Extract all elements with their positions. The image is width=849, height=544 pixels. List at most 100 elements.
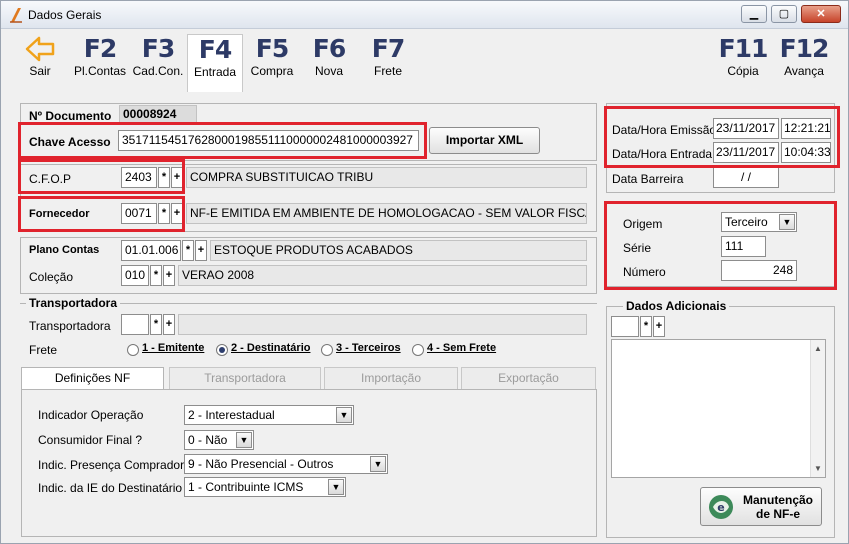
presenca-comprador-select[interactable]: 9 - Não Presencial - Outros ▼ bbox=[184, 454, 388, 474]
f5-label: Compra bbox=[250, 64, 294, 78]
documento-value: 00008924 bbox=[119, 105, 197, 123]
documento-label: Nº Documento bbox=[29, 109, 112, 123]
colecao-description: VERAO 2008 bbox=[178, 265, 587, 286]
f6-key: F6 bbox=[312, 34, 346, 63]
colecao-code-input[interactable]: 010 bbox=[121, 265, 149, 286]
minimize-button[interactable]: ▁ bbox=[741, 5, 767, 23]
colecao-search-button[interactable]: * bbox=[150, 265, 162, 286]
scroll-down-icon[interactable]: ▼ bbox=[814, 464, 822, 473]
nfe-logo-icon: e bbox=[709, 495, 733, 519]
frete-option-emitente: 1 - Emitente bbox=[142, 342, 205, 354]
transportadora-code-input[interactable] bbox=[121, 314, 149, 335]
sair-button[interactable]: Sair bbox=[19, 34, 61, 90]
adicionais-code-input[interactable] bbox=[611, 316, 639, 337]
consumidor-final-value: 0 - Não bbox=[188, 433, 228, 447]
ie-destinatario-select[interactable]: 1 - Contribuinte ICMS ▼ bbox=[184, 477, 346, 497]
f11-label: Cópia bbox=[727, 64, 759, 78]
f3-label: Cad.Con. bbox=[132, 64, 184, 78]
transportadora-label: Transportadora bbox=[29, 319, 111, 333]
frete-option-sem-frete: 4 - Sem Frete bbox=[427, 342, 497, 354]
f4-button[interactable]: F4 Entrada bbox=[187, 34, 243, 92]
function-toolbar: Sair F2 Pl.Contas F3 Cad.Con. F4 Entrada… bbox=[1, 30, 848, 92]
frete-radio-destinatario[interactable] bbox=[216, 344, 228, 356]
f7-button[interactable]: F7 Frete bbox=[361, 34, 415, 90]
fornecedor-description: NF-E EMITIDA EM AMBIENTE DE HOMOLOGACAO … bbox=[186, 203, 587, 224]
frete-radio-emitente[interactable] bbox=[127, 344, 139, 356]
frete-option-terceiros: 3 - Terceiros bbox=[336, 342, 401, 354]
colecao-label: Coleção bbox=[29, 270, 74, 284]
maximize-button[interactable]: ▢ bbox=[771, 5, 797, 23]
f12-key: F12 bbox=[779, 34, 830, 63]
tab-importacao[interactable]: Importação bbox=[324, 367, 458, 389]
plano-add-button[interactable]: + bbox=[195, 240, 207, 261]
frete-radio-terceiros[interactable] bbox=[321, 344, 333, 356]
f12-button[interactable]: F12 Avança bbox=[775, 34, 833, 90]
f2-label: Pl.Contas bbox=[73, 64, 127, 78]
tab-exportacao[interactable]: Exportação bbox=[461, 367, 596, 389]
barreira-input[interactable]: / / bbox=[713, 167, 779, 188]
manutencao-line2: de NF-e bbox=[755, 507, 800, 521]
highlight-chave bbox=[18, 122, 427, 159]
f6-button[interactable]: F6 Nova bbox=[303, 34, 355, 90]
dados-adicionais-legend: Dados Adicionais bbox=[623, 299, 730, 313]
colecao-add-button[interactable]: + bbox=[163, 265, 175, 286]
chevron-down-icon: ▼ bbox=[236, 432, 252, 448]
title-bar[interactable]: Dados Gerais ▁ ▢ ✕ bbox=[1, 1, 848, 29]
main-window: Dados Gerais ▁ ▢ ✕ Sair F2 Pl.Contas F3 … bbox=[0, 0, 849, 544]
importar-xml-button[interactable]: Importar XML bbox=[429, 127, 540, 154]
f4-label: Entrada bbox=[193, 65, 237, 79]
tab-definicoes-nf[interactable]: Definições NF bbox=[21, 367, 164, 390]
f5-key: F5 bbox=[255, 34, 289, 63]
highlight-fornecedor bbox=[18, 196, 185, 232]
exit-arrow-icon bbox=[25, 36, 55, 62]
transportadora-search-button[interactable]: * bbox=[150, 314, 162, 335]
presenca-comprador-value: 9 - Não Presencial - Outros bbox=[188, 457, 334, 471]
chevron-down-icon: ▼ bbox=[336, 407, 352, 423]
manutencao-nfe-button[interactable]: e Manutenção de NF-e bbox=[700, 487, 822, 526]
transportadora-legend: Transportadora bbox=[26, 296, 121, 310]
cfop-description: COMPRA SUBSTITUICAO TRIBU bbox=[186, 167, 587, 188]
adicionais-textarea[interactable]: ▲ ▼ bbox=[611, 339, 826, 478]
f11-key: F11 bbox=[718, 34, 769, 63]
adicionais-search-button[interactable]: * bbox=[640, 316, 652, 337]
f12-label: Avança bbox=[784, 64, 824, 78]
close-button[interactable]: ✕ bbox=[801, 5, 841, 23]
chevron-down-icon: ▼ bbox=[370, 456, 386, 472]
f2-button[interactable]: F2 Pl.Contas bbox=[71, 34, 129, 90]
frete-label: Frete bbox=[29, 343, 58, 357]
scroll-up-icon[interactable]: ▲ bbox=[814, 344, 822, 353]
ie-destinatario-label: Indic. da IE do Destinatário bbox=[38, 481, 183, 495]
f3-button[interactable]: F3 Cad.Con. bbox=[131, 34, 185, 90]
indicador-operacao-value: 2 - Interestadual bbox=[188, 408, 275, 422]
manutencao-line1: Manutenção bbox=[742, 493, 813, 507]
plano-description: ESTOQUE PRODUTOS ACABADOS bbox=[210, 240, 587, 261]
f5-button[interactable]: F5 Compra bbox=[245, 34, 299, 90]
plano-code-input[interactable]: 01.01.006 bbox=[121, 240, 181, 261]
adicionais-scrollbar[interactable]: ▲ ▼ bbox=[810, 340, 825, 477]
consumidor-final-label: Consumidor Final ? bbox=[38, 433, 143, 447]
highlight-datas bbox=[604, 106, 840, 168]
f11-button[interactable]: F11 Cópia bbox=[717, 34, 769, 90]
f3-key: F3 bbox=[141, 34, 175, 63]
f7-label: Frete bbox=[373, 64, 402, 78]
chevron-down-icon: ▼ bbox=[328, 479, 344, 495]
f6-label: Nova bbox=[314, 64, 343, 78]
tab-transportadora[interactable]: Transportadora bbox=[169, 367, 321, 389]
sair-label: Sair bbox=[29, 64, 51, 78]
app-logo-icon bbox=[10, 8, 22, 23]
frete-option-destinatario: 2 - Destinatário bbox=[231, 342, 311, 354]
ie-destinatario-value: 1 - Contribuinte ICMS bbox=[188, 480, 304, 494]
presenca-comprador-label: Indic. Presença Comprador bbox=[38, 458, 185, 472]
indicador-operacao-select[interactable]: 2 - Interestadual ▼ bbox=[184, 405, 354, 425]
transportadora-add-button[interactable]: + bbox=[163, 314, 175, 335]
highlight-cfop bbox=[18, 159, 185, 194]
barreira-label: Data Barreira bbox=[612, 172, 684, 186]
plano-search-button[interactable]: * bbox=[182, 240, 194, 261]
consumidor-final-select[interactable]: 0 - Não ▼ bbox=[184, 430, 254, 450]
window-title: Dados Gerais bbox=[28, 8, 102, 22]
frete-radio-sem-frete[interactable] bbox=[412, 344, 424, 356]
plano-contas-label: Plano Contas bbox=[29, 244, 100, 256]
adicionais-add-button[interactable]: + bbox=[653, 316, 665, 337]
f7-key: F7 bbox=[371, 34, 405, 63]
indicador-operacao-label: Indicador Operação bbox=[38, 408, 144, 422]
